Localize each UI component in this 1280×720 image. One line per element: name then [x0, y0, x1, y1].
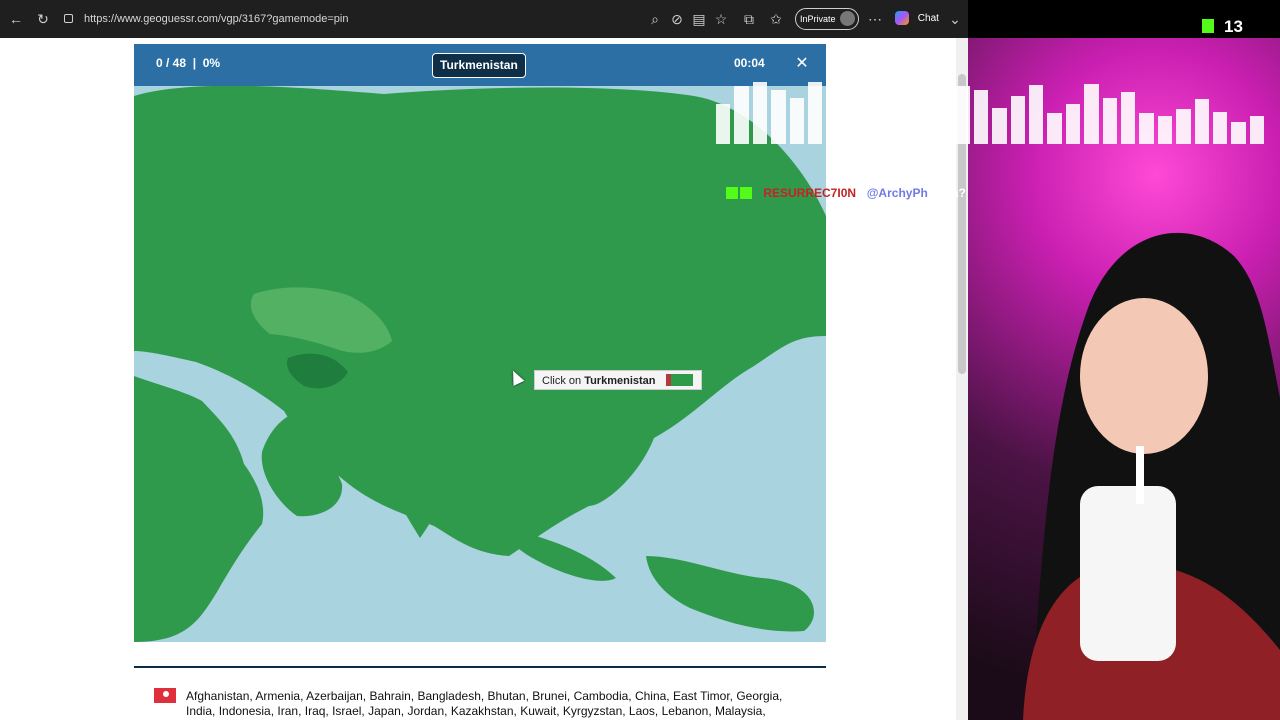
- chat-badge-icon: [726, 187, 738, 199]
- reader-icon[interactable]: ▤: [690, 10, 708, 28]
- turkmenistan-flag-icon: [666, 374, 693, 386]
- more-icon[interactable]: ⋯: [866, 10, 884, 28]
- browser-toolbar: ← ↻ https://www.geoguessr.com/vgp/3167?g…: [0, 0, 968, 38]
- drinking-straw: [1136, 446, 1144, 504]
- extensions-icon[interactable]: ⧉: [740, 10, 758, 28]
- face-shape: [1080, 298, 1208, 454]
- game-timer: 00:04: [734, 56, 765, 70]
- chat-separator: :: [859, 186, 864, 200]
- drink-cup: [1080, 486, 1176, 661]
- country-flag-icon: [154, 688, 176, 703]
- close-icon[interactable]: ✕: [792, 54, 812, 74]
- zoom-icon[interactable]: ⌕: [646, 10, 664, 28]
- asia-map[interactable]: [134, 86, 826, 642]
- copilot-chat-button[interactable]: Chat: [895, 9, 939, 29]
- chevron-down-icon[interactable]: ⌄: [946, 10, 964, 28]
- favorites-bar-icon[interactable]: ✩: [767, 10, 785, 28]
- kick-icon: [1202, 19, 1214, 33]
- refresh-icon[interactable]: ↻: [34, 10, 52, 28]
- audio-visualizer: [716, 82, 1265, 144]
- inprivate-badge[interactable]: InPrivate: [795, 8, 859, 30]
- stream-chat-message: RESURREC7I0N : @ArchyPh mzta?: [726, 186, 966, 200]
- profile-avatar: [840, 11, 855, 26]
- score: 0 / 48 | 0%: [156, 56, 221, 70]
- chat-text: mzta?: [931, 186, 966, 200]
- url-text: https://www.geoguessr.com/vgp/3167?gamem…: [84, 13, 349, 25]
- chat-username: RESURREC7I0N: [763, 186, 857, 200]
- target-country-label: Turkmenistan: [432, 53, 526, 78]
- chat-mention: @ArchyPh: [866, 186, 928, 200]
- click-tooltip: Click on Turkmenistan: [534, 370, 702, 390]
- country-list: Afghanistan, Armenia, Azerbaijan, Bahrai…: [186, 689, 783, 718]
- back-icon[interactable]: ←: [7, 10, 25, 28]
- tracking-icon[interactable]: ⊘: [668, 10, 686, 28]
- favorite-icon[interactable]: ☆: [712, 10, 730, 28]
- viewer-count: 13: [1202, 17, 1243, 37]
- section-divider: [134, 666, 826, 668]
- copilot-icon: [895, 11, 909, 26]
- chat-badge-icon-2: [740, 187, 752, 199]
- game-header: 0 / 48 | 0% Turkmenistan 00:04 ✕: [134, 44, 826, 86]
- lock-icon: [64, 14, 73, 23]
